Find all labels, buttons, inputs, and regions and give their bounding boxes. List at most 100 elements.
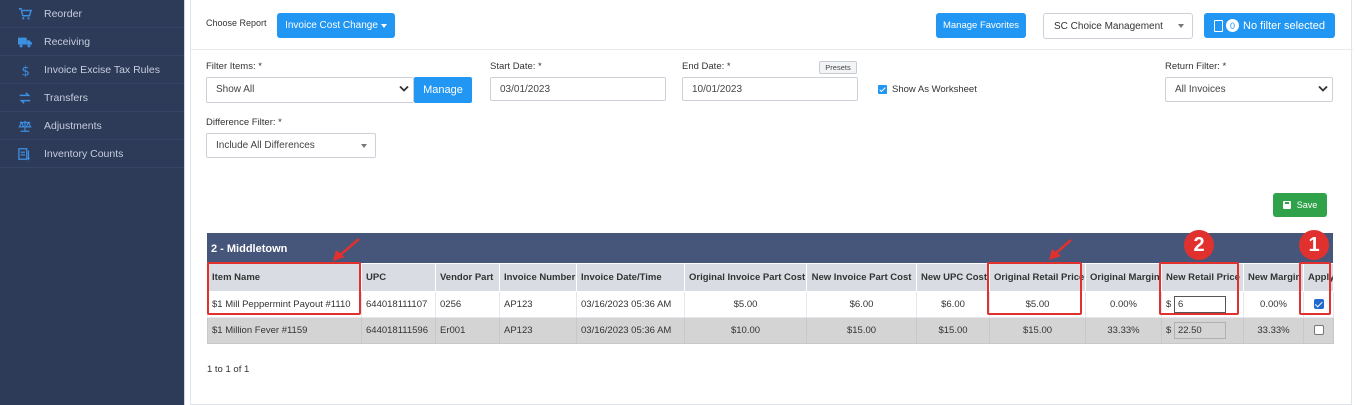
column-header[interactable]: Invoice Date/Time xyxy=(576,263,685,292)
show-worksheet-label: Show As Worksheet xyxy=(892,84,977,95)
return-filter-select[interactable]: All Invoices xyxy=(1165,77,1333,102)
sidebar-item-label: Inventory Counts xyxy=(44,147,124,160)
start-date-input[interactable]: 03/01/2023 xyxy=(490,77,666,101)
new-upc-cost-cell: $15.00 xyxy=(916,317,990,344)
orig-invoice-cost-cell: $10.00 xyxy=(684,317,807,344)
sidebar-item-adjustments[interactable]: Adjustments xyxy=(0,112,184,140)
sidebar-item-label: Adjustments xyxy=(44,119,102,132)
invoice-number-cell: AP123 xyxy=(499,291,577,318)
column-header[interactable]: New UPC Cost xyxy=(916,263,990,292)
organization-select[interactable]: SC Choice Management xyxy=(1043,13,1193,39)
invoice-number-cell: AP123 xyxy=(499,317,577,344)
highlight-item-name xyxy=(207,262,361,315)
balance-scale-icon xyxy=(17,118,33,134)
manage-button[interactable]: Manage xyxy=(414,77,472,103)
column-header[interactable]: Invoice Number xyxy=(499,263,577,292)
sidebar-item-label: Invoice Excise Tax Rules xyxy=(44,63,160,76)
end-date-value: 10/01/2023 xyxy=(692,84,743,95)
pagination-summary: 1 to 1 of 1 xyxy=(207,364,250,375)
report-dropdown-button[interactable]: Invoice Cost Change xyxy=(277,13,395,38)
vendor-part-cell: Er001 xyxy=(435,317,500,344)
column-header[interactable]: Original Invoice Part Cost xyxy=(684,263,807,292)
sidebar-item-label: Transfers xyxy=(44,91,88,104)
upc-cell: 644018111596 xyxy=(361,317,436,344)
new-invoice-cost-cell: $15.00 xyxy=(806,317,917,344)
table-row: $1 Million Fever #1159 644018111596 Er00… xyxy=(207,317,1334,344)
apply-cell xyxy=(1303,317,1334,344)
column-header[interactable]: New Margin xyxy=(1243,263,1304,292)
filter-count-badge: 0 xyxy=(1226,19,1240,32)
transfer-arrows-icon xyxy=(17,90,33,106)
sidebar-item-transfers[interactable]: Transfers xyxy=(0,84,184,112)
invoice-datetime-cell: 03/16/2023 05:36 AM xyxy=(576,317,685,344)
caret-down-icon xyxy=(361,144,367,148)
annotation-arrow-icon xyxy=(333,238,360,261)
chevron-down-icon xyxy=(399,85,409,93)
svg-text:$: $ xyxy=(22,64,30,77)
organization-value: SC Choice Management xyxy=(1054,21,1163,32)
start-date-label: Start Date: * xyxy=(490,61,542,72)
start-date-value: 03/01/2023 xyxy=(500,84,551,95)
annotation-badge-1: 1 xyxy=(1299,230,1329,260)
show-worksheet-checkbox[interactable] xyxy=(878,85,887,94)
end-date-label: End Date: * xyxy=(682,61,731,72)
apply-checkbox[interactable] xyxy=(1313,325,1324,336)
report-toolbar: Choose Report Invoice Cost Change Manage… xyxy=(191,0,1353,50)
sidebar-item-inventory-counts[interactable]: Inventory Counts xyxy=(0,140,184,168)
group-header: 2 - Middletown xyxy=(207,233,1333,263)
manage-favorites-button[interactable]: Manage Favorites xyxy=(936,13,1026,38)
dollar-icon: $ xyxy=(17,62,33,78)
sidebar-item-label: Receiving xyxy=(44,35,91,48)
column-header[interactable]: UPC xyxy=(361,263,436,292)
filter-items-value: Show All xyxy=(216,84,255,95)
difference-filter-select[interactable]: Include All Differences xyxy=(206,133,376,158)
filter-items-label: Filter Items: * xyxy=(206,61,262,72)
filter-status-label: No filter selected xyxy=(1243,19,1325,32)
filter-items-select[interactable]: Show All xyxy=(206,77,414,103)
sidebar-item-receiving[interactable]: Receiving xyxy=(0,28,184,56)
new-invoice-cost-cell: $6.00 xyxy=(806,291,917,318)
orig-margin-cell: 33.33% xyxy=(1085,317,1162,344)
new-margin-cell: 0.00% xyxy=(1243,291,1304,318)
difference-filter-value: Include All Differences xyxy=(216,140,315,151)
clipboard-count-icon xyxy=(17,146,33,162)
presets-button[interactable]: Presets xyxy=(819,61,857,74)
new-retail-price-cell: $ 22.50 xyxy=(1161,317,1244,344)
sidebar-item-label: Reorder xyxy=(44,7,82,20)
orig-retail-price-cell: $15.00 xyxy=(989,317,1086,344)
sidebar-item-invoice-excise-tax-rules[interactable]: $ Invoice Excise Tax Rules xyxy=(0,56,184,84)
save-disk-icon xyxy=(1282,201,1291,209)
return-filter-value: All Invoices xyxy=(1175,84,1226,95)
column-header[interactable]: New Invoice Part Cost xyxy=(806,263,917,292)
report-button-label: Invoice Cost Change xyxy=(285,20,378,31)
orig-invoice-cost-cell: $5.00 xyxy=(684,291,807,318)
save-label: Save xyxy=(1296,200,1318,210)
orig-margin-cell: 0.00% xyxy=(1085,291,1162,318)
item-name-cell: $1 Million Fever #1159 xyxy=(207,317,362,344)
column-header[interactable]: Vendor Part xyxy=(435,263,500,292)
vendor-part-cell: 0256 xyxy=(435,291,500,318)
caret-down-icon xyxy=(1178,24,1184,28)
highlight-apply xyxy=(1299,262,1331,315)
end-date-input[interactable]: 10/01/2023 xyxy=(682,77,858,101)
new-margin-cell: 33.33% xyxy=(1243,317,1304,344)
truck-icon xyxy=(17,34,33,50)
sidebar: Reorder Receiving $ Invoice Excise Tax R… xyxy=(0,0,184,405)
invoice-datetime-cell: 03/16/2023 05:36 AM xyxy=(576,291,685,318)
sidebar-item-reorder[interactable]: Reorder xyxy=(0,0,184,28)
difference-filter-label: Difference Filter: * xyxy=(206,117,282,128)
currency-symbol: $ xyxy=(1166,325,1172,337)
annotation-badge-2: 2 xyxy=(1184,230,1214,260)
highlight-original-retail-price xyxy=(987,262,1082,315)
column-header[interactable]: Original Margin xyxy=(1085,263,1162,292)
chevron-down-icon xyxy=(1318,85,1328,93)
highlight-new-retail-price xyxy=(1159,262,1239,315)
filter-icon xyxy=(1214,19,1224,32)
upc-cell: 644018111107 xyxy=(361,291,436,318)
main-panel: Choose Report Invoice Cost Change Manage… xyxy=(190,0,1353,405)
filter-status-button[interactable]: 0 No filter selected xyxy=(1204,13,1335,38)
new-upc-cost-cell: $6.00 xyxy=(916,291,990,318)
cart-icon xyxy=(17,6,33,22)
save-button[interactable]: Save xyxy=(1273,193,1327,217)
new-retail-price-input[interactable]: 22.50 xyxy=(1173,322,1226,339)
